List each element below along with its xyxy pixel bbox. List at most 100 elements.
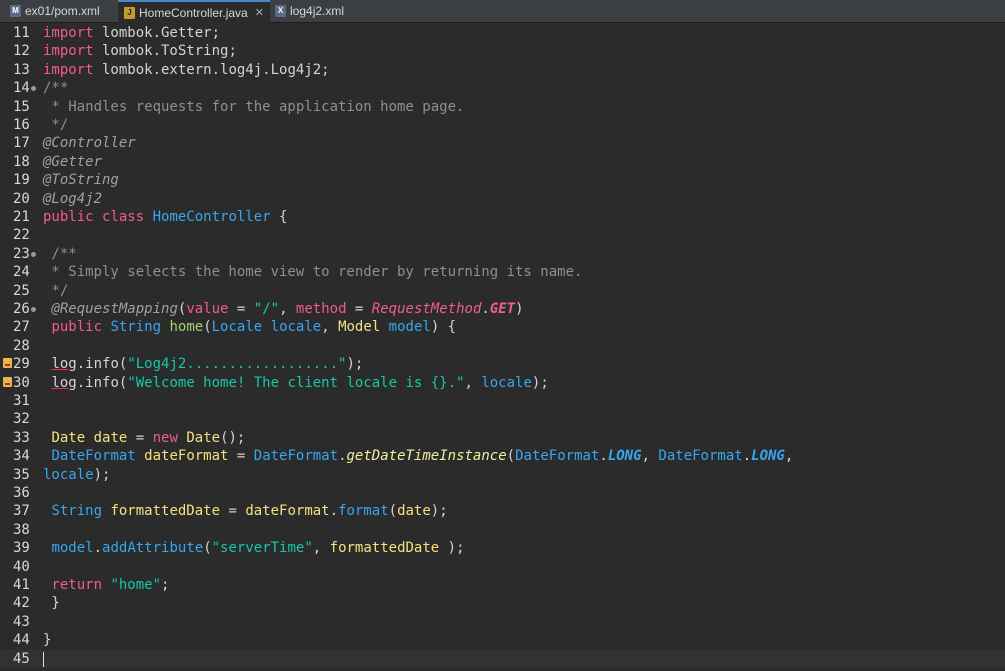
code-line[interactable]: 34 DateFormat dateFormat = DateFormat.ge…	[0, 447, 1005, 465]
code-line[interactable]: 21 public class HomeController {	[0, 208, 1005, 226]
line-number: 22	[13, 227, 30, 244]
code-line[interactable]: 39 model.addAttribute("serverTime", form…	[0, 539, 1005, 557]
code-line[interactable]: 17 @Controller	[0, 134, 1005, 152]
code-line[interactable]: 18 @Getter	[0, 153, 1005, 171]
code-text[interactable]: @RequestMapping(value = "/", method = Re…	[43, 300, 523, 318]
code-text[interactable]: log.info("Log4j2..................");	[43, 355, 363, 373]
code-line[interactable]: 35 locale);	[0, 466, 1005, 484]
code-text[interactable]: import lombok.Getter;	[43, 24, 220, 42]
code-line[interactable]: 27 public String home(Locale locale, Mod…	[0, 318, 1005, 336]
line-number: 25	[13, 282, 30, 299]
code-text[interactable]: /**	[43, 79, 68, 97]
fold-toggle-icon[interactable]	[31, 251, 36, 257]
code-line[interactable]: 23 /**	[0, 245, 1005, 263]
line-number: 21	[13, 209, 30, 225]
code-line[interactable]: 26 @RequestMapping(value = "/", method =…	[0, 300, 1005, 318]
code-text[interactable]: }	[43, 594, 59, 612]
line-number: 31	[13, 393, 30, 409]
code-text[interactable]: Date date = new Date();	[43, 429, 245, 447]
line-number: 35	[13, 466, 30, 483]
code-editor[interactable]: 11 import lombok.Getter; 12 import lombok.T…	[0, 23, 1005, 671]
code-line[interactable]: 44}	[0, 631, 1005, 649]
tab-homecontroller-java[interactable]: J HomeController.java ✕	[118, 0, 270, 23]
warning-marker-icon[interactable]	[3, 358, 12, 369]
code-line[interactable]: 40	[0, 558, 1005, 576]
tab-log4j2-xml[interactable]: X log4j2.xml	[275, 0, 344, 22]
line-number: 13	[13, 61, 30, 78]
line-number: 39	[13, 540, 30, 557]
code-line[interactable]: 24 * Simply selects the home view to ren…	[0, 263, 1005, 281]
line-number: 33	[13, 429, 30, 446]
code-line[interactable]: 45	[0, 649, 1005, 668]
code-line[interactable]: 31	[0, 392, 1005, 410]
code-text[interactable]: import lombok.ToString;	[43, 42, 237, 60]
xml-file-icon: X	[275, 5, 286, 17]
code-line[interactable]: 28	[0, 337, 1005, 355]
code-text[interactable]: */	[43, 282, 68, 300]
code-line[interactable]: 37 String formattedDate = dateFormat.for…	[0, 502, 1005, 520]
code-line[interactable]: 29 log.info("Log4j2..................");	[0, 355, 1005, 373]
code-line[interactable]: 30 log.info("Welcome home! The client lo…	[0, 374, 1005, 392]
code-line[interactable]: 11 import lombok.Getter;	[0, 24, 1005, 42]
code-text[interactable]: }	[43, 631, 51, 649]
code-line[interactable]: 16 */	[0, 116, 1005, 134]
text-cursor	[43, 651, 44, 667]
code-text[interactable]: public String home(Locale locale, Model …	[43, 318, 456, 336]
line-number: 24	[13, 264, 30, 281]
line-number: 41	[13, 577, 30, 593]
code-line[interactable]: 20 @Log4j2	[0, 190, 1005, 208]
code-line[interactable]: 36	[0, 484, 1005, 502]
code-text[interactable]: String formattedDate = dateFormat.format…	[43, 502, 447, 520]
code-text[interactable]: import lombok.extern.log4j.Log4j2;	[43, 61, 330, 79]
code-text[interactable]: @Controller	[43, 134, 136, 152]
code-line[interactable]: 15 * Handles requests for the applicatio…	[0, 98, 1005, 116]
line-number: 38	[13, 521, 30, 538]
code-line[interactable]: 22	[0, 226, 1005, 244]
code-text[interactable]: DateFormat dateFormat = DateFormat.getDa…	[43, 447, 793, 465]
code-line[interactable]: 25 */	[0, 282, 1005, 300]
line-number: 34	[13, 448, 30, 465]
line-number: 42	[13, 595, 30, 612]
code-text[interactable]: @Log4j2	[43, 190, 102, 208]
line-number: 36	[13, 485, 30, 501]
code-line[interactable]: 41 return "home";	[0, 576, 1005, 594]
warning-marker-icon[interactable]	[3, 376, 12, 387]
code-line[interactable]: 19 @ToString	[0, 171, 1005, 189]
line-number: 45	[13, 650, 30, 667]
code-text[interactable]: */	[43, 116, 68, 134]
editor-tab-bar: M ex01/pom.xml J HomeController.java ✕ X…	[0, 0, 1005, 23]
tab-pom-xml[interactable]: M ex01/pom.xml	[10, 0, 100, 22]
line-number: 29	[13, 356, 30, 373]
line-number: 12	[13, 43, 30, 60]
line-number: 17	[13, 135, 30, 152]
line-number: 18	[13, 153, 30, 170]
code-text[interactable]: locale);	[43, 466, 110, 484]
code-line[interactable]: 13 import lombok.extern.log4j.Log4j2;	[0, 61, 1005, 79]
code-line[interactable]: 14/**	[0, 79, 1005, 97]
code-line[interactable]: 42 }	[0, 594, 1005, 612]
line-number: 28	[13, 337, 30, 354]
code-text[interactable]: /**	[43, 245, 76, 263]
line-number: 15	[13, 98, 30, 115]
line-number: 16	[13, 117, 30, 133]
line-number: 20	[13, 190, 30, 207]
code-line[interactable]: 32	[0, 410, 1005, 428]
line-number: 43	[13, 613, 30, 630]
java-file-icon: J	[124, 6, 135, 19]
code-text[interactable]: * Simply selects the home view to render…	[43, 263, 582, 281]
code-text[interactable]: @ToString	[43, 171, 119, 189]
code-text[interactable]: model.addAttribute("serverTime", formatt…	[43, 539, 464, 557]
code-text[interactable]: @Getter	[43, 153, 102, 171]
line-number: 11	[13, 25, 30, 41]
code-line[interactable]: 33 Date date = new Date();	[0, 429, 1005, 447]
code-text[interactable]: * Handles requests for the application h…	[43, 98, 464, 116]
code-line[interactable]: 12 import lombok.ToString;	[0, 42, 1005, 60]
code-line[interactable]: 43	[0, 613, 1005, 631]
code-line[interactable]: 38	[0, 521, 1005, 539]
code-text[interactable]: public class HomeController {	[43, 208, 287, 226]
fold-toggle-icon[interactable]	[31, 307, 36, 312]
code-text[interactable]: return "home";	[43, 576, 169, 594]
line-number: 37	[13, 503, 30, 520]
close-icon[interactable]: ✕	[255, 2, 264, 24]
code-text[interactable]: log.info("Welcome home! The client local…	[43, 374, 548, 392]
